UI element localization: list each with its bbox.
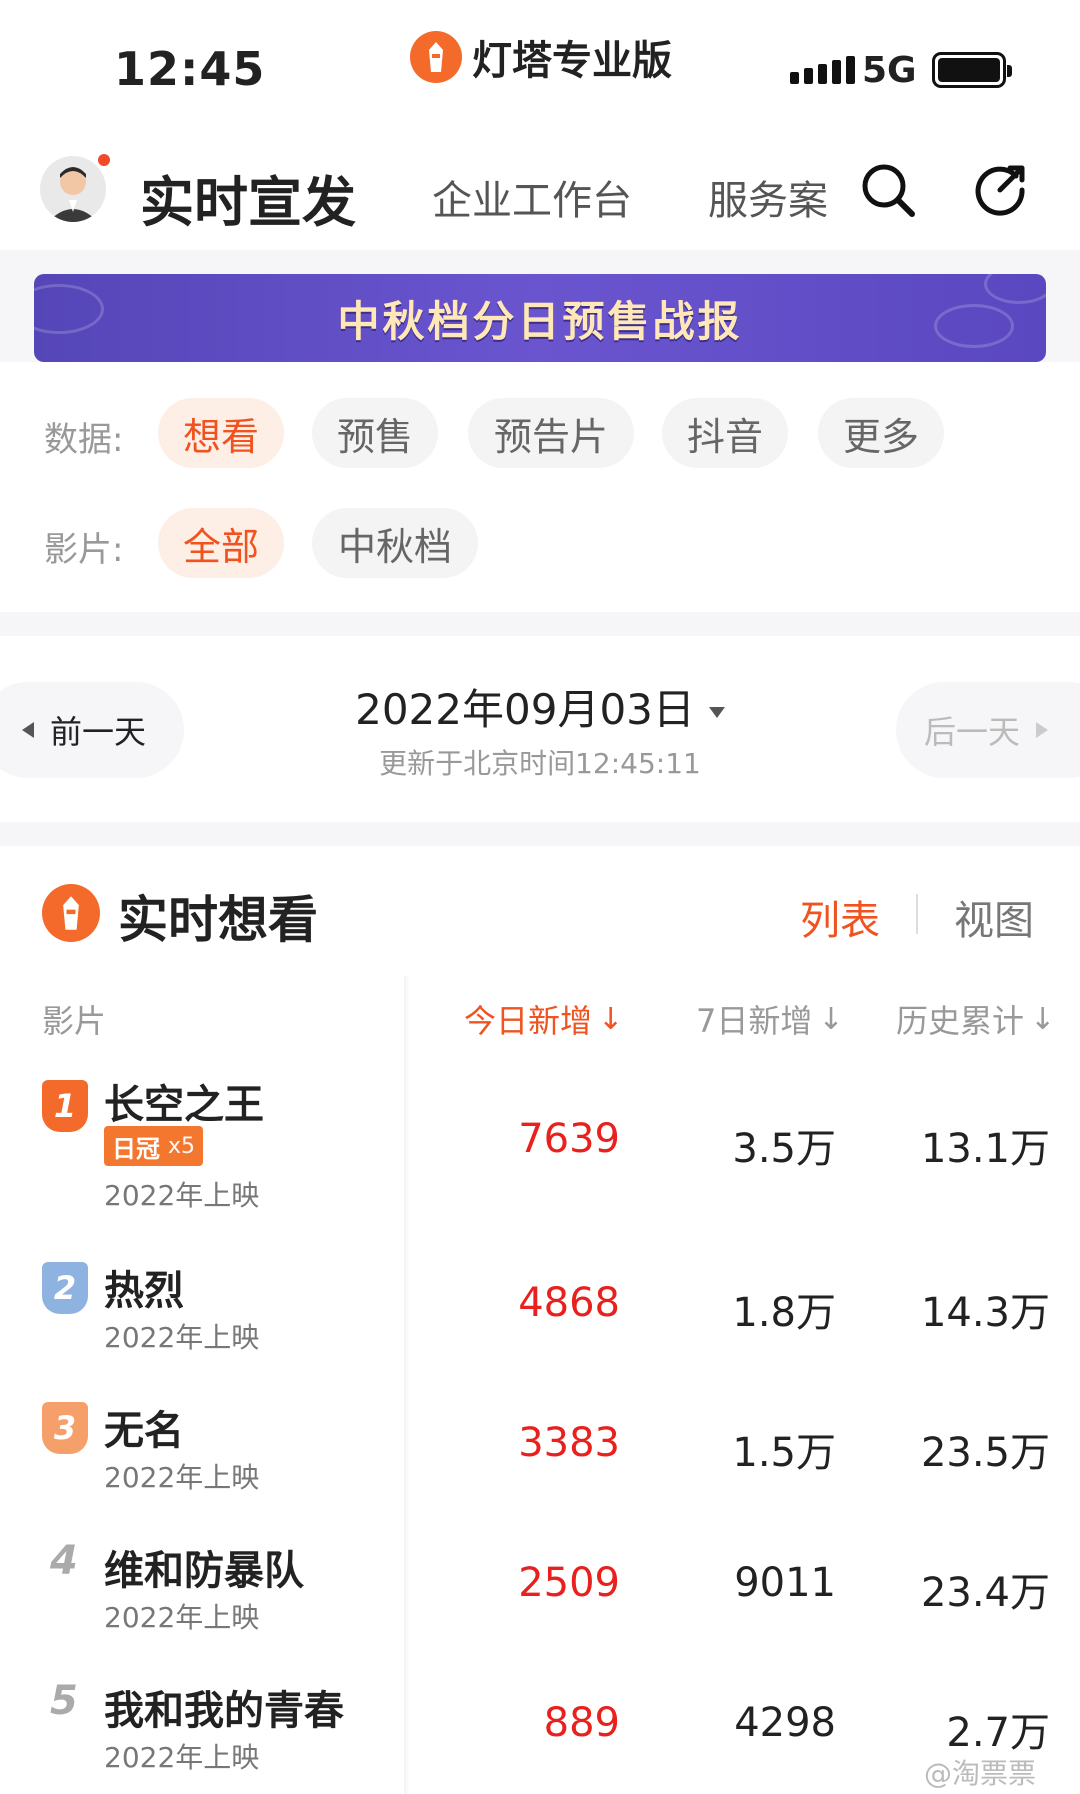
chip-trailer[interactable]: 预告片 (468, 398, 634, 468)
toggle-divider (916, 894, 918, 934)
status-time: 12:45 (114, 42, 266, 96)
avatar[interactable] (40, 156, 106, 222)
daily-crown-badge: 日冠 x5 (104, 1126, 204, 1166)
release-year: 2022年上映 (104, 1601, 260, 1634)
week-new: 1.5万 (732, 1430, 836, 1476)
history-total: 23.4万 (920, 1570, 1050, 1616)
app-brand: 灯塔专业版 (410, 28, 672, 86)
next-day-button[interactable]: 后一天 (896, 682, 1080, 778)
list-view-toggle[interactable]: 列表 (800, 888, 880, 946)
column-header-week[interactable]: 7日新增 ↓ (696, 996, 844, 1042)
chip-all[interactable]: 全部 (158, 508, 284, 578)
network-type: 5G (862, 50, 917, 91)
rank-number: 5 (50, 1678, 78, 1724)
chevron-right-icon (1036, 722, 1049, 738)
week-new: 9011 (734, 1560, 836, 1606)
release-year: 2022年上映 (104, 1179, 260, 1212)
film-name: 我和我的青春 (104, 1688, 344, 1734)
sort-arrow-icon: ↓ (598, 1001, 624, 1037)
film-name: 维和防暴队 (104, 1548, 304, 1594)
sort-arrow-icon: ↓ (818, 1001, 844, 1037)
watermark: @淘票票 (924, 1757, 1037, 1790)
rank-badge: 3 (42, 1402, 88, 1454)
week-new: 3.5万 (732, 1126, 836, 1172)
date-navigator: 前一天 2022年09月03日 更新于北京时间12:45:11 后一天 (0, 636, 1080, 822)
table-row[interactable]: 5 我和我的青春 2022年上映 889 4298 2.7万 (0, 1678, 1080, 1788)
film-filter-label: 影片: (44, 530, 124, 570)
app-brand-name: 灯塔专业版 (472, 38, 672, 84)
film-name: 无名 (104, 1408, 184, 1454)
table-row[interactable]: 2 热烈 2022年上映 4868 1.8万 14.3万 (0, 1258, 1080, 1368)
signal-icon (790, 56, 855, 84)
film-filter-row: 影片: 全部 中秋档 (0, 508, 1080, 578)
column-header-total[interactable]: 历史累计 ↓ (896, 996, 1055, 1042)
history-total: 23.5万 (920, 1430, 1050, 1476)
chip-douyin[interactable]: 抖音 (662, 398, 788, 468)
lighthouse-logo-icon (42, 884, 100, 942)
notification-dot (96, 152, 112, 168)
banner-area: 中秋档分日预售战报 (0, 250, 1080, 362)
tab-service-cases[interactable]: 服务案 (708, 168, 828, 226)
column-header-film: 影片 (42, 1002, 107, 1040)
column-header-today[interactable]: 今日新增 ↓ (464, 996, 623, 1042)
section-title: 实时想看 (118, 891, 318, 949)
chip-mid-autumn[interactable]: 中秋档 (312, 508, 478, 578)
release-year: 2022年上映 (104, 1461, 260, 1494)
release-year: 2022年上映 (104, 1321, 260, 1354)
film-name: 热烈 (104, 1268, 184, 1314)
next-day-label: 后一天 (924, 713, 1021, 751)
search-icon[interactable] (858, 160, 918, 220)
rank-badge: 2 (42, 1262, 88, 1314)
data-filter-label: 数据: (44, 420, 124, 460)
today-new: 4868 (518, 1280, 620, 1326)
data-filter-row: 数据: 想看 预售 预告片 抖音 更多 (0, 398, 1080, 468)
film-name: 长空之王 (104, 1082, 264, 1128)
history-total: 14.3万 (920, 1290, 1050, 1336)
ranking-table: 影片 今日新增 ↓ 7日新增 ↓ 历史累计 ↓ 1 长空之王 日冠 x5 2022年上映… (0, 976, 1080, 1794)
chip-more[interactable]: 更多 (818, 398, 944, 468)
lighthouse-logo-icon (410, 31, 462, 83)
rank-number: 4 (50, 1538, 78, 1584)
table-row[interactable]: 3 无名 2022年上映 3383 1.5万 23.5万 (0, 1398, 1080, 1508)
today-new: 3383 (518, 1420, 620, 1466)
section-header: 实时想看 列表 视图 (0, 846, 1080, 976)
rank-badge: 1 (42, 1080, 88, 1132)
chart-view-toggle[interactable]: 视图 (954, 888, 1034, 946)
divider (0, 612, 1080, 636)
today-new: 889 (543, 1700, 620, 1746)
status-bar: 12:45 灯塔专业版 5G (0, 0, 1080, 130)
current-date: 2022年09月03日 (355, 685, 695, 734)
chip-presale[interactable]: 预售 (312, 398, 438, 468)
table-row[interactable]: 1 长空之王 日冠 x5 2022年上映 7639 3.5万 13.1万 (0, 1072, 1080, 1222)
today-new: 7639 (518, 1116, 620, 1162)
tab-enterprise-workbench[interactable]: 企业工作台 (432, 168, 632, 226)
today-new: 2509 (518, 1560, 620, 1606)
caret-down-icon (708, 707, 725, 718)
table-row[interactable]: 4 维和防暴队 2022年上映 2509 9011 23.4万 (0, 1538, 1080, 1648)
battery-icon (932, 52, 1012, 88)
promo-banner[interactable]: 中秋档分日预售战报 (34, 274, 1046, 362)
history-total: 2.7万 (946, 1710, 1050, 1756)
banner-text: 中秋档分日预售战报 (337, 296, 743, 346)
filter-panel: 数据: 想看 预售 预告片 抖音 更多 影片: 全部 中秋档 (0, 362, 1080, 612)
share-icon[interactable] (970, 160, 1030, 220)
sort-arrow-icon: ↓ (1030, 1001, 1056, 1037)
divider (0, 822, 1080, 846)
app-header: 实时宣发 企业工作台 服务案 (0, 130, 1080, 250)
chip-want-to-see[interactable]: 想看 (158, 398, 284, 468)
history-total: 13.1万 (920, 1126, 1050, 1172)
week-new: 1.8万 (732, 1290, 836, 1336)
week-new: 4298 (734, 1700, 836, 1746)
release-year: 2022年上映 (104, 1741, 260, 1774)
page-title: 实时宣发 (140, 171, 356, 234)
